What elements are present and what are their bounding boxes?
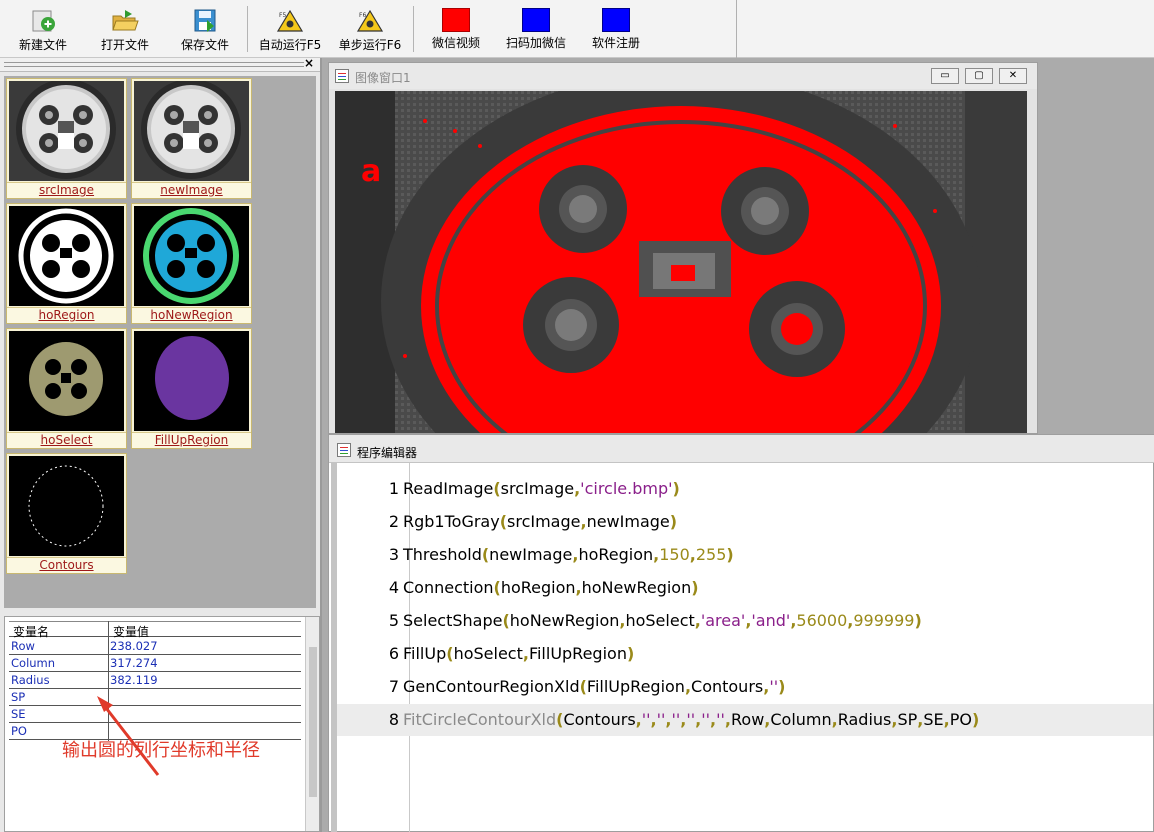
function-name: SelectShape [403,611,503,630]
code-argument: newImage [586,512,670,531]
svg-text:a: a [361,154,381,189]
code-argument: '' [769,677,779,696]
code-argument: Contours [691,677,764,696]
editor-title: 程序编辑器 [357,446,418,460]
code-statement: Connection(hoRegion,hoNewRegion) [403,578,699,597]
code-argument: hoRegion [500,578,576,597]
line-number: 4 [388,578,399,597]
code-argument: 150 [659,545,690,564]
line-number: 5 [388,611,399,630]
code-argument: 'circle.bmp' [580,479,673,498]
line-number: 2 [388,512,399,531]
code-line[interactable]: 2 Rgb1ToGray(srcImage,newImage) [337,506,1153,538]
code-statement: ReadImage(srcImage,'circle.bmp') [403,479,680,498]
code-statement: FitCircleContourXld(Contours,'','','',''… [403,710,980,729]
image-window-title: 图像窗口1 [355,71,411,85]
code-argument: SP [897,710,918,729]
code-line[interactable]: 5 SelectShape(hoNewRegion,hoSelect,'area'… [337,605,1153,637]
code-argument: '' [701,710,711,729]
code-statement: SelectShape(hoNewRegion,hoSelect,'area',… [403,611,922,630]
close-button[interactable]: ✕ [999,68,1027,84]
code-argument: 56000 [796,611,848,630]
code-argument: hoSelect [625,611,695,630]
code-argument: '' [641,710,651,729]
function-name: ReadImage [403,479,494,498]
code-argument: hoNewRegion [509,611,620,630]
code-line[interactable]: 4 Connection(hoRegion,hoNewRegion) [337,572,1153,604]
minimize-button[interactable]: ▭ [931,68,959,84]
code-argument: Contours [563,710,636,729]
code-argument: 255 [695,545,727,564]
editor-titlebar[interactable]: 程序编辑器 [329,435,1154,463]
code-argument: Row [731,710,765,729]
code-argument: srcImage [507,512,581,531]
annotation-text: 输出圆的列行坐标和半径 [62,740,260,761]
code-argument: PO [949,710,972,729]
code-argument: SE [923,710,944,729]
line-number: 7 [388,677,399,696]
code-statement: GenContourRegionXld(FillUpRegion,Contour… [403,677,786,696]
line-number: 3 [388,545,399,564]
code-argument: newImage [489,545,573,564]
code-argument: '' [716,710,725,729]
function-name: GenContourRegionXld [403,677,580,696]
image-display: a [335,91,1027,433]
code-argument: FillUpRegion [586,677,685,696]
code-argument: '' [686,710,696,729]
code-argument: hoNewRegion [581,578,692,597]
function-name: Connection [403,578,494,597]
window-app-icon [335,69,349,83]
code-statement: Threshold(newImage,hoRegion,150,255) [403,545,734,564]
code-argument: 'area' [700,611,746,630]
code-argument: '' [671,710,681,729]
program-editor: 程序编辑器 1 ReadImage(srcImage,'circle.bmp') 2… [328,434,1154,832]
function-name: FitCircleContourXld [403,710,557,729]
code-line[interactable]: 8 FitCircleContourXld(Contours,'','','','… [337,704,1153,736]
image-canvas[interactable]: a [335,91,1027,433]
image-window: 图像窗口1 ▭ ▢ ✕ a [328,62,1038,434]
maximize-button[interactable]: ▢ [965,68,993,84]
code-line[interactable]: 6 FillUp(hoSelect,FillUpRegion) [337,638,1153,670]
line-number: 8 [388,710,399,729]
line-number: 6 [388,644,399,663]
function-name: Rgb1ToGray [403,512,500,531]
code-line[interactable]: 7 GenContourRegionXld(FillUpRegion,Contou… [337,671,1153,703]
code-line[interactable]: 3 Threshold(newImage,hoRegion,150,255) [337,539,1153,571]
app-window: 新建文件 打开文件 保存文件 F5 自动运行F5 F6 单步运行F6 微信视频 … [0,0,1154,832]
function-name: Threshold [403,545,482,564]
code-line[interactable]: 1 ReadImage(srcImage,'circle.bmp') [337,473,1153,505]
code-argument: Radius [837,710,892,729]
code-argument: hoRegion [578,545,654,564]
code-argument: srcImage [500,479,575,498]
function-name: FillUp [403,644,447,663]
line-number: 1 [388,479,399,498]
code-argument: hoSelect [453,644,523,663]
code-argument: FillUpRegion [528,644,627,663]
code-statement: Rgb1ToGray(srcImage,newImage) [403,512,678,531]
code-argument: 'and' [751,611,791,630]
code-argument: Column [770,710,832,729]
code-argument: 999999 [853,611,915,630]
code-statement: FillUp(hoSelect,FillUpRegion) [403,644,635,663]
image-window-titlebar[interactable]: 图像窗口1 ▭ ▢ ✕ [329,63,1037,89]
window-app-icon [337,443,351,457]
